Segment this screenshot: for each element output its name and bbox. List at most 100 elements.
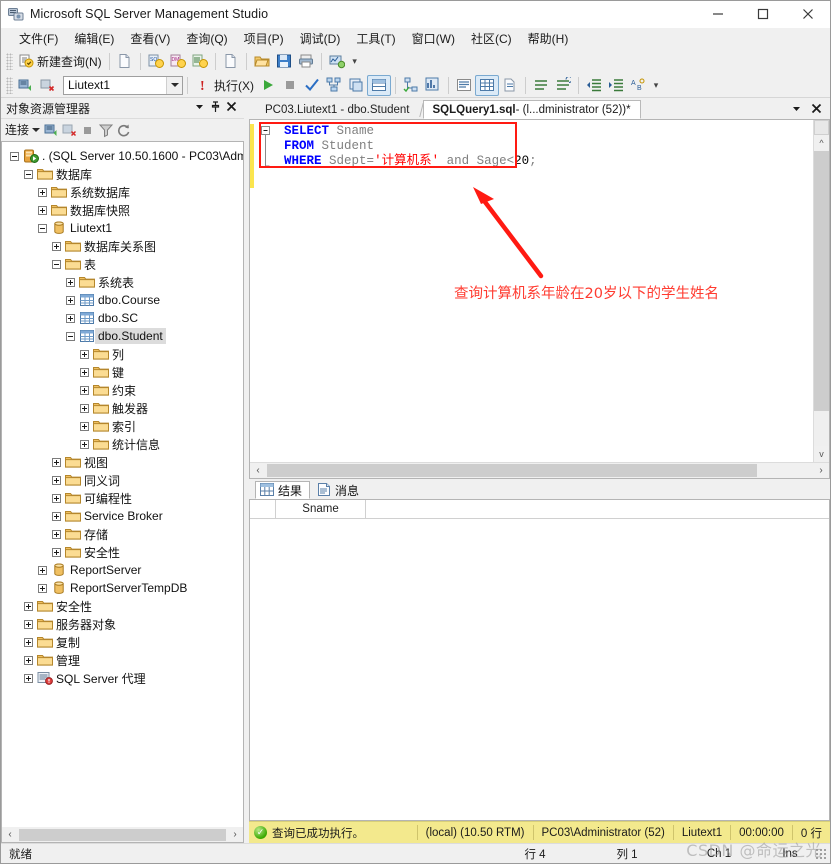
tab-messages[interactable]: 消息 (312, 481, 367, 499)
tree-node[interactable]: 可编程性 (2, 489, 243, 507)
toolbar-grip[interactable] (6, 52, 13, 70)
expand-icon[interactable] (80, 385, 89, 395)
expand-icon[interactable] (80, 367, 89, 377)
comment-button[interactable] (530, 75, 552, 96)
hscroll-thumb[interactable] (267, 464, 757, 477)
tree-node[interactable]: 数据库关系图 (2, 237, 243, 255)
tree-node[interactable]: dbo.SC (2, 309, 243, 327)
open-file-button[interactable] (251, 51, 273, 72)
tab-sqlquery1[interactable]: SQLQuery1.sql - (l...dministrator (52))* (422, 100, 641, 119)
tree-node[interactable]: 列 (2, 345, 243, 363)
collapse-icon[interactable] (52, 259, 61, 269)
chevron-down-icon[interactable] (194, 101, 205, 115)
grid-column-header-sname[interactable]: Sname (276, 500, 366, 518)
expand-icon[interactable] (66, 313, 75, 323)
object-explorer-tree[interactable]: . (SQL Server 10.50.1600 - PC03\Administ… (1, 141, 244, 827)
refresh-icon[interactable] (116, 122, 132, 138)
grid-corner-cell[interactable] (250, 500, 276, 518)
tree-node[interactable]: 同义词 (2, 471, 243, 489)
chevron-down-icon[interactable] (166, 76, 182, 94)
tree-node[interactable]: Liutext1 (2, 219, 243, 237)
resize-grip[interactable] (815, 847, 827, 860)
collapse-icon[interactable] (24, 169, 33, 179)
hscroll-thumb[interactable] (19, 828, 226, 841)
expand-icon[interactable] (52, 547, 61, 557)
expand-icon[interactable] (38, 187, 47, 197)
results-grid[interactable]: Sname (249, 499, 830, 821)
editor-outlining-margin[interactable] (260, 120, 272, 462)
disconnect-button[interactable] (37, 75, 59, 96)
expand-icon[interactable] (52, 241, 61, 251)
activity-monitor-button[interactable] (326, 51, 348, 72)
stop-icon[interactable] (80, 122, 96, 138)
tab-results[interactable]: 结果 (255, 481, 311, 499)
expand-icon[interactable] (52, 457, 61, 467)
collapse-icon[interactable] (66, 331, 75, 341)
collapse-icon[interactable] (38, 223, 47, 233)
expand-icon[interactable] (24, 637, 33, 647)
menu-item-community[interactable]: 社区(C) (463, 28, 520, 49)
tree-node[interactable]: . (SQL Server 10.50.1600 - PC03\Administ (2, 147, 243, 165)
tree-node[interactable]: Service Broker (2, 507, 243, 525)
vscroll-track[interactable] (814, 151, 829, 446)
tree-node[interactable]: 数据库 (2, 165, 243, 183)
connect-dropdown-button[interactable]: 连接 (5, 121, 42, 138)
expand-icon[interactable] (80, 421, 89, 431)
tree-node[interactable]: 键 (2, 363, 243, 381)
connect-button[interactable] (15, 75, 37, 96)
tree-node[interactable]: dbo.Course (2, 291, 243, 309)
tree-node[interactable]: 复制 (2, 633, 243, 651)
results-to-file-button[interactable] (499, 75, 521, 96)
debug-button[interactable] (257, 75, 279, 96)
tree-node[interactable]: 服务器对象 (2, 615, 243, 633)
menu-item-tools[interactable]: 工具(T) (348, 28, 403, 49)
decrease-indent-button[interactable] (583, 75, 605, 96)
execute-button[interactable]: ! 执行(X) (192, 75, 257, 96)
scroll-left-icon[interactable]: ‹ (250, 464, 266, 478)
save-button[interactable] (273, 51, 295, 72)
new-file-button[interactable] (114, 51, 136, 72)
expand-icon[interactable] (38, 205, 47, 215)
split-view-button[interactable] (814, 120, 829, 135)
scroll-down-icon[interactable]: v (814, 446, 829, 462)
menu-item-file[interactable]: 文件(F) (11, 28, 66, 49)
tree-node[interactable]: 系统数据库 (2, 183, 243, 201)
client-statistics-button[interactable] (422, 75, 444, 96)
expand-icon[interactable] (80, 349, 89, 359)
scroll-up-icon[interactable]: ^ (814, 135, 829, 151)
tab-table-designer[interactable]: PC03.Liutext1 - dbo.Student (255, 100, 420, 119)
menu-item-query[interactable]: 查询(Q) (178, 28, 235, 49)
expand-icon[interactable] (66, 295, 75, 305)
editor-vscrollbar[interactable]: ^ v (813, 120, 829, 462)
tree-node[interactable]: ReportServerTempDB (2, 579, 243, 597)
collapse-icon[interactable] (10, 151, 19, 161)
minimize-icon[interactable] (695, 1, 740, 28)
expand-icon[interactable] (52, 475, 61, 485)
close-icon[interactable] (785, 1, 830, 28)
toolbar-overflow-button[interactable]: ▾ (350, 56, 360, 65)
expand-icon[interactable] (24, 673, 33, 683)
connect-icon[interactable] (44, 122, 60, 138)
editor-hscrollbar[interactable]: ‹ › (250, 462, 829, 478)
scroll-right-icon[interactable]: › (813, 464, 829, 478)
tree-node[interactable]: 表 (2, 255, 243, 273)
scroll-right-icon[interactable]: › (227, 828, 243, 842)
filter-icon[interactable] (98, 122, 114, 138)
expand-icon[interactable] (24, 619, 33, 629)
tree-node[interactable]: SQL Server 代理 (2, 669, 243, 687)
tree-node[interactable]: 约束 (2, 381, 243, 399)
menu-item-edit[interactable]: 编辑(E) (66, 28, 122, 49)
db-engine-query-button[interactable]: SQ (145, 51, 167, 72)
code-canvas[interactable]: SELECT Sname FROM Student WHERE Sdept='计算机… (259, 120, 813, 462)
toolbar-overflow-button-2[interactable]: ▾ (651, 80, 661, 89)
results-to-grid-button-2[interactable] (475, 74, 499, 96)
tree-node[interactable]: 索引 (2, 417, 243, 435)
database-combo[interactable]: Liutext1 (63, 75, 183, 95)
menu-item-help[interactable]: 帮助(H) (520, 28, 577, 49)
tree-node[interactable]: 系统表 (2, 273, 243, 291)
close-icon[interactable] (811, 103, 822, 117)
tree-node[interactable]: dbo.Student (2, 327, 243, 345)
results-grid-body[interactable] (250, 519, 829, 820)
tree-node[interactable]: 数据库快照 (2, 201, 243, 219)
results-to-grid-button[interactable] (367, 74, 391, 96)
